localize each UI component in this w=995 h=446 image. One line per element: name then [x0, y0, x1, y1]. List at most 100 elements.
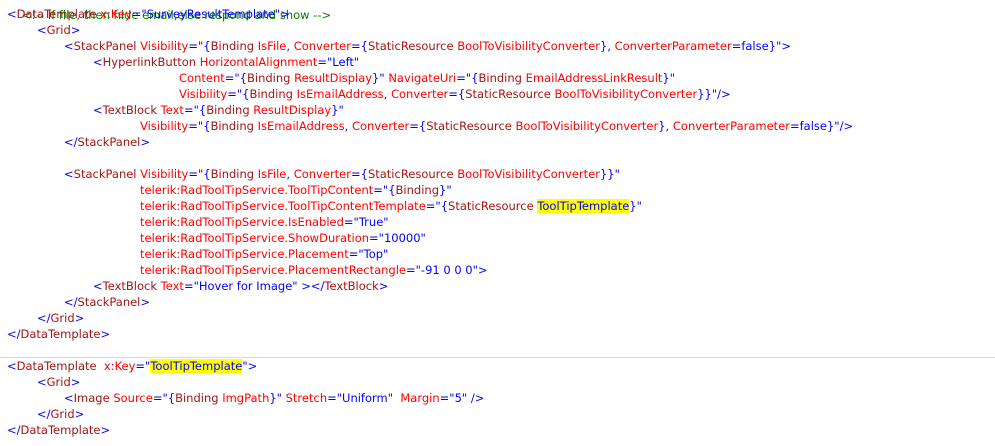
code-token: Binding: [210, 167, 255, 181]
code-line: telerik:RadToolTipService.IsEnabled="Tru…: [140, 214, 389, 230]
code-line: telerik:RadToolTipService.PlacementRecta…: [140, 262, 488, 278]
code-token: BoolToVisibilityConverter: [511, 119, 659, 133]
code-token: Content: [179, 71, 225, 85]
code-token: >: [477, 263, 488, 277]
code-token: ="{: [373, 183, 396, 197]
code-line: <DataTemplate x:Key="SurveyResultTemplat…: [7, 6, 290, 22]
code-token: </: [7, 327, 21, 341]
code-token: ="{: [188, 39, 211, 53]
code-token: Source: [109, 391, 153, 405]
code-line: Visibility="{Binding IsEmailAddress, Con…: [140, 118, 853, 134]
code-token: >: [74, 407, 85, 421]
code-token: ="5": [439, 391, 471, 405]
code-token: </: [7, 423, 21, 437]
code-token: x:Key: [96, 7, 132, 21]
code-token: =false}": [789, 119, 840, 133]
code-token: ="SurveyResultTemplate": [131, 7, 280, 21]
code-token: StaticResource: [367, 167, 454, 181]
code-line: <DataTemplate x:Key="ToolTipTemplate">: [7, 358, 257, 374]
code-token: Converter: [293, 167, 351, 181]
code-line: <StackPanel Visibility="{Binding IsFile,…: [64, 38, 791, 54]
code-token: >: [378, 279, 389, 293]
code-token: >: [70, 23, 81, 37]
code-editor[interactable]: <!-- If file, then hide email,else respo…: [0, 0, 995, 446]
highlighted-token: ToolTipTemplate: [537, 199, 630, 213]
code-token: </: [37, 407, 51, 421]
code-token: IsEmailAddress: [253, 119, 345, 133]
code-line: <TextBlock Text="Hover for Image" ></Tex…: [93, 278, 388, 294]
code-token: >: [781, 39, 791, 53]
code-token: StaticResource: [367, 39, 454, 53]
code-token: ={: [448, 87, 466, 101]
code-token: />: [717, 87, 731, 101]
code-token: >: [280, 7, 290, 21]
code-token: StackPanel: [73, 167, 137, 181]
code-token: </: [64, 295, 78, 309]
code-line: <Image Source="{Binding ImgPath}" Stretc…: [64, 390, 484, 406]
code-token: Grid: [50, 311, 75, 325]
code-token: IsFile: [254, 167, 287, 181]
code-token: Grid: [50, 407, 75, 421]
code-token: Binding: [249, 87, 293, 101]
code-token: ="Top": [348, 247, 389, 261]
code-line: telerik:RadToolTipService.ShowDuration="…: [140, 230, 426, 246]
code-token: Text: [157, 103, 184, 117]
code-token: Visibility: [136, 39, 189, 53]
code-token: TextBlock: [102, 103, 158, 117]
code-token: </: [64, 135, 78, 149]
code-token: ,: [286, 39, 294, 53]
code-line: telerik:RadToolTipService.ToolTipContent…: [140, 198, 642, 214]
code-token: Grid: [46, 375, 71, 389]
code-line: <TextBlock Text="{Binding ResultDisplay}…: [93, 102, 344, 118]
code-token: StackPanel: [73, 39, 137, 53]
code-token: ="Hover for Image": [183, 279, 302, 293]
code-token: IsEmailAddress: [292, 87, 384, 101]
code-token: ="Left": [317, 55, 360, 69]
code-token: telerik:RadToolTipService.Placement: [140, 247, 349, 261]
code-token: Binding: [210, 119, 254, 133]
code-token: }": [629, 199, 642, 213]
code-token: ="{: [188, 119, 211, 133]
code-token: <: [64, 39, 74, 53]
code-line: </Grid>: [37, 406, 84, 422]
code-token: DataTemplate: [20, 327, 101, 341]
code-token: telerik:RadToolTipService.IsEnabled: [140, 215, 344, 229]
code-token: ,: [344, 119, 352, 133]
code-token: x:Key: [96, 359, 136, 373]
code-token: Image: [73, 391, 110, 405]
code-line: </StackPanel>: [64, 294, 150, 310]
code-token: ={: [409, 119, 427, 133]
code-token: Grid: [46, 23, 71, 37]
code-token: StackPanel: [77, 295, 141, 309]
code-token: >: [70, 375, 81, 389]
code-token: ="Uniform": [327, 391, 401, 405]
code-line: <Grid>: [37, 374, 80, 390]
code-token: ="{: [425, 199, 449, 213]
code-token: />: [470, 391, 485, 405]
code-token: ="{: [188, 167, 211, 181]
code-token: telerik:RadToolTipService.ShowDuration: [140, 231, 370, 245]
code-token: StackPanel: [77, 135, 141, 149]
code-token: Converter: [351, 119, 410, 133]
code-token: ="-91 0 0 0": [406, 263, 478, 277]
code-line: Visibility="{Binding IsEmailAddress, Con…: [179, 86, 731, 102]
code-token: ={: [350, 39, 368, 53]
code-token: ConverterParameter: [672, 119, 790, 133]
code-line: </StackPanel>: [64, 134, 150, 150]
code-token: }": [439, 183, 452, 197]
code-token: ResultDisplay: [290, 71, 373, 85]
code-token: telerik:RadToolTipService.ToolTipContent: [140, 183, 374, 197]
code-token: ImgPath: [218, 391, 270, 405]
code-token: ="True": [343, 215, 389, 229]
code-token: <: [37, 23, 47, 37]
code-token: ResultDisplay: [249, 103, 332, 117]
code-token: telerik:RadToolTipService.PlacementRecta…: [140, 263, 406, 277]
code-token: HorizontalAlignment: [196, 55, 318, 69]
code-token: >: [74, 311, 85, 325]
code-line: telerik:RadToolTipService.ToolTipContent…: [140, 182, 452, 198]
code-token: DataTemplate: [20, 423, 101, 437]
code-token: }": [331, 103, 344, 117]
code-token: ,: [383, 87, 391, 101]
code-token: >: [140, 135, 151, 149]
code-token: EmailAddressLinkResult: [521, 71, 663, 85]
